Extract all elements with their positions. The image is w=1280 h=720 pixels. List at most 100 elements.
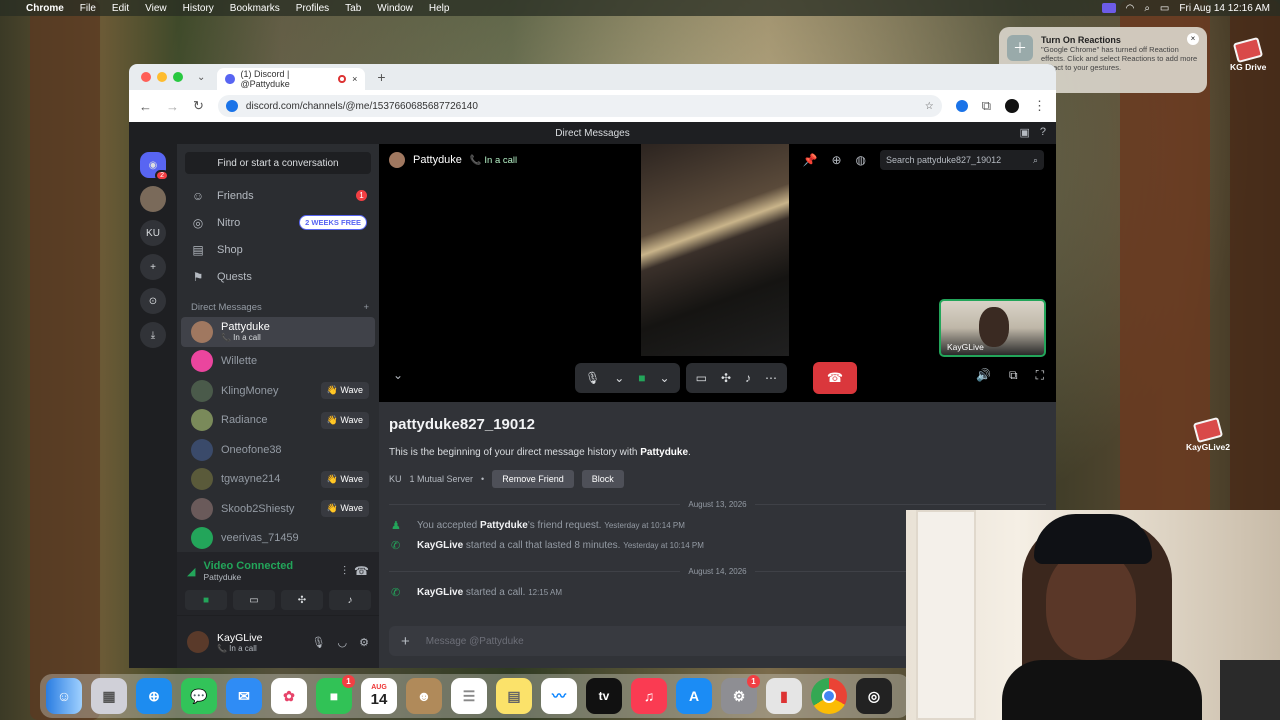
- menu-view[interactable]: View: [145, 3, 167, 14]
- app-store-icon[interactable]: A: [676, 678, 712, 714]
- desktop-icon-kayglive2[interactable]: KayGLive2: [1186, 416, 1230, 452]
- screen-share-icon[interactable]: ▭: [696, 371, 707, 385]
- back-icon[interactable]: ←: [139, 99, 152, 114]
- menu-window[interactable]: Window: [377, 3, 413, 14]
- obs-icon[interactable]: ◎: [856, 678, 892, 714]
- nav-nitro[interactable]: ◎ Nitro 2 WEEKS FREE: [177, 209, 379, 236]
- soundboard-button[interactable]: ♪: [329, 590, 371, 610]
- server-ku[interactable]: KU: [140, 220, 166, 246]
- menu-chrome[interactable]: Chrome: [26, 3, 64, 14]
- remove-friend-button[interactable]: Remove Friend: [492, 470, 574, 488]
- soundboard-icon[interactable]: ♪: [745, 371, 751, 385]
- bookmark-star-icon[interactable]: ☆: [925, 101, 934, 112]
- wave-button[interactable]: 👋 Wave: [320, 382, 369, 400]
- msg-name[interactable]: KayGLive: [417, 540, 463, 551]
- dm-item-oneofone38[interactable]: Oneofone38: [181, 435, 375, 465]
- msg-name[interactable]: KayGLive: [417, 587, 463, 598]
- dm-item-tgwayne214[interactable]: tgwayne214 👋 Wave: [181, 465, 375, 495]
- notes-icon[interactable]: ▤: [496, 678, 532, 714]
- wave-button[interactable]: 👋 Wave: [320, 411, 369, 429]
- self-video-tile[interactable]: KayGLive: [939, 299, 1046, 357]
- menu-history[interactable]: History: [183, 3, 214, 14]
- nav-shop[interactable]: ▤ Shop: [177, 236, 379, 263]
- create-dm-icon[interactable]: +: [363, 302, 369, 313]
- block-button[interactable]: Block: [581, 470, 624, 488]
- camera-button[interactable]: ■: [185, 590, 227, 610]
- disconnect-icon[interactable]: ☎: [354, 564, 369, 578]
- reminders-icon[interactable]: ☰: [451, 678, 487, 714]
- profile-icon[interactable]: ◍: [856, 153, 866, 167]
- extension-icon[interactable]: [955, 100, 968, 112]
- freeform-icon[interactable]: 〰: [541, 678, 577, 714]
- menu-bookmarks[interactable]: Bookmarks: [230, 3, 280, 14]
- server-avatar[interactable]: [140, 186, 166, 212]
- nav-friends[interactable]: ☺ Friends 1: [177, 182, 379, 209]
- forward-icon[interactable]: →: [166, 99, 179, 114]
- help-icon[interactable]: ?: [1040, 126, 1046, 139]
- dm-item-willette[interactable]: Willette: [181, 347, 375, 377]
- chevron-down-icon[interactable]: ⌄: [614, 371, 624, 385]
- search-icon[interactable]: ⌕: [1144, 3, 1150, 14]
- menu-file[interactable]: File: [80, 3, 96, 14]
- contacts-icon[interactable]: ☻: [406, 678, 442, 714]
- url-field[interactable]: discord.com/channels/@me/153766068568772…: [217, 95, 942, 117]
- more-icon[interactable]: ⋯: [765, 371, 777, 385]
- dm-item-klingmoney[interactable]: KlingMoney 👋 Wave: [181, 376, 375, 406]
- inbox-icon[interactable]: ▣: [1019, 126, 1029, 139]
- music-icon[interactable]: ♫: [631, 678, 667, 714]
- new-tab-icon[interactable]: +: [377, 69, 385, 85]
- nav-quests[interactable]: ⚑ Quests: [177, 263, 379, 290]
- minimize-window-button[interactable]: [157, 72, 167, 82]
- mail-icon[interactable]: ✉: [226, 678, 262, 714]
- remote-video-stream[interactable]: [641, 144, 789, 356]
- dm-item-radiance[interactable]: Radiance 👋 Wave: [181, 406, 375, 436]
- screenshare-button[interactable]: ▭: [233, 590, 275, 610]
- download-apps-button[interactable]: ⤓: [140, 322, 166, 348]
- app-icon[interactable]: ▮: [766, 678, 802, 714]
- search-input[interactable]: Search pattyduke827_19012 ⌕: [880, 150, 1044, 170]
- site-info-icon[interactable]: [225, 100, 238, 112]
- profile-avatar[interactable]: [1005, 99, 1019, 113]
- find-conversation-button[interactable]: Find or start a conversation: [185, 152, 371, 174]
- close-tab-icon[interactable]: ×: [352, 74, 357, 84]
- calendar-icon[interactable]: AUG 14: [361, 678, 397, 714]
- extensions-puzzle-icon[interactable]: ⧉: [982, 98, 991, 114]
- facetime-icon[interactable]: ■ 1: [316, 675, 355, 714]
- headphones-icon[interactable]: ◡: [338, 636, 348, 649]
- dm-item-pattyduke[interactable]: Pattyduke 📞 In a call: [181, 317, 375, 347]
- pin-icon[interactable]: 📌: [803, 153, 818, 167]
- control-center-icon[interactable]: ▭: [1160, 3, 1169, 14]
- wave-button[interactable]: 👋 Wave: [320, 470, 369, 488]
- menu-help[interactable]: Help: [429, 3, 450, 14]
- activities-button[interactable]: ✣: [281, 590, 323, 610]
- menu-tab[interactable]: Tab: [345, 3, 361, 14]
- wave-button[interactable]: 👋 Wave: [320, 500, 369, 518]
- microphone-icon[interactable]: 🎙: [312, 636, 326, 649]
- add-attachment-icon[interactable]: +: [401, 633, 410, 650]
- menu-edit[interactable]: Edit: [112, 3, 129, 14]
- noise-suppression-icon[interactable]: ⫶: [343, 564, 346, 579]
- menubar-clock[interactable]: Fri Aug 14 12:16 AM: [1179, 3, 1270, 14]
- gear-icon[interactable]: ⚙: [359, 636, 369, 649]
- chrome-menu-icon[interactable]: ⋮: [1033, 98, 1046, 114]
- dm-item-veerivas[interactable]: veerivas_71459: [181, 524, 375, 554]
- video-camera-icon[interactable]: ■: [638, 371, 645, 385]
- avatar[interactable]: [187, 631, 209, 653]
- reload-icon[interactable]: ↻: [193, 98, 204, 114]
- launchpad-icon[interactable]: ▦: [91, 678, 127, 714]
- voice-status[interactable]: Video Connected: [203, 560, 293, 572]
- tab-search-icon[interactable]: ⌄: [197, 72, 205, 83]
- tab-discord[interactable]: (1) Discord | @Pattyduke ×: [217, 68, 366, 90]
- end-call-button[interactable]: ☎: [813, 362, 858, 394]
- close-icon[interactable]: ×: [1187, 33, 1199, 45]
- fullscreen-icon[interactable]: ⛶: [1036, 368, 1044, 383]
- discover-button[interactable]: ⊙: [140, 288, 166, 314]
- chevron-down-icon[interactable]: ⌄: [393, 368, 403, 382]
- dm-item-skoob2shiesty[interactable]: Skoob2Shiesty 👋 Wave: [181, 494, 375, 524]
- home-button[interactable]: ◉ 2: [140, 152, 169, 181]
- apple-tv-icon[interactable]: tv: [586, 678, 622, 714]
- messages-icon[interactable]: 💬: [181, 678, 217, 714]
- safari-icon[interactable]: ⊕: [136, 678, 172, 714]
- volume-icon[interactable]: 🔊: [976, 368, 991, 383]
- mutual-servers-link[interactable]: 1 Mutual Server: [410, 474, 474, 484]
